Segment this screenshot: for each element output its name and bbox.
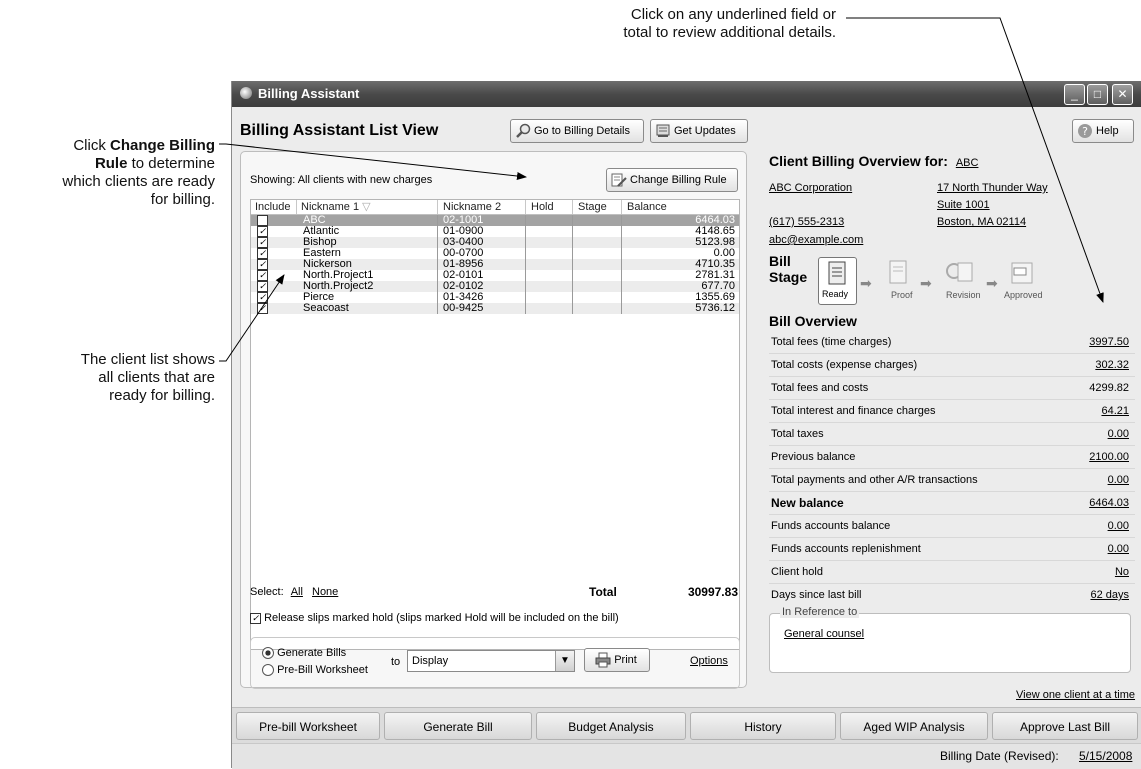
callout-leader-lines [219,17,1104,362]
leader-client-list [219,274,285,362]
leader-underlined-fields [846,17,1104,303]
leader-change-rule [219,143,527,180]
